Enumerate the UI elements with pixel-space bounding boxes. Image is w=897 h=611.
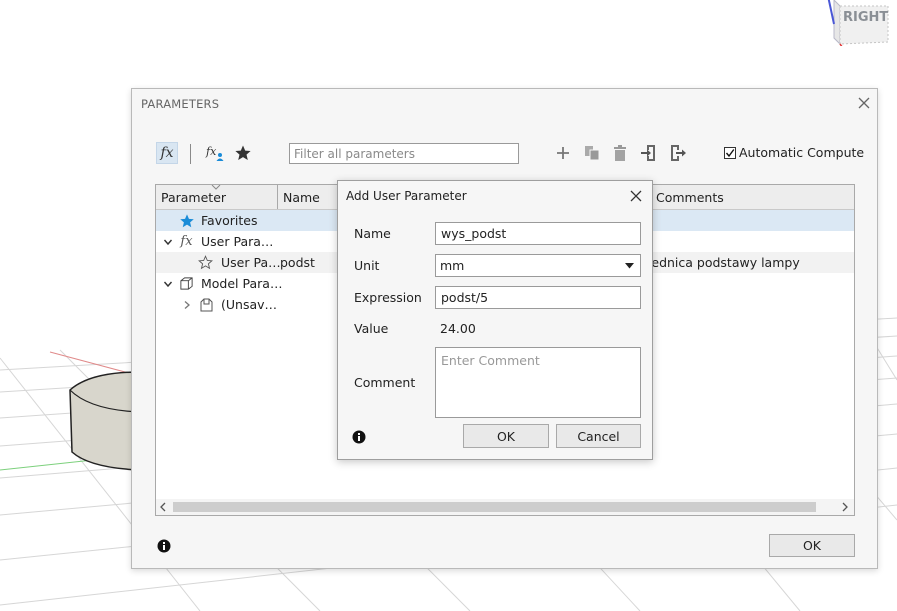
copy-parameter-button[interactable] (581, 142, 603, 164)
value-readout: 24.00 (440, 321, 476, 336)
ok-button[interactable]: OK (769, 534, 855, 557)
svg-text:fx: fx (205, 145, 217, 158)
trash-icon (614, 145, 626, 161)
ok-button[interactable]: OK (463, 424, 549, 448)
close-icon[interactable] (856, 95, 872, 111)
unit-select[interactable]: mm (435, 254, 641, 277)
chevron-right-icon[interactable] (178, 296, 195, 313)
scroll-left-icon[interactable] (158, 501, 168, 513)
name-label: Name (354, 226, 391, 241)
star-icon (235, 145, 251, 160)
info-icon[interactable] (157, 539, 171, 553)
info-icon[interactable] (352, 430, 366, 444)
automatic-compute-label: Automatic Compute (739, 145, 865, 160)
cylinder-body (69, 371, 141, 471)
sort-caret-icon (211, 185, 221, 190)
user-parameters-label: User Para… (201, 234, 274, 249)
fx-icon: fx (160, 145, 174, 161)
toolbar-separator (190, 144, 191, 164)
scrollbar-thumb[interactable] (173, 502, 816, 512)
fx-user-icon: fx (205, 145, 224, 161)
unit-value: mm (440, 258, 465, 273)
column-header-comments[interactable]: Comments (651, 185, 851, 209)
fx-filter-button[interactable]: fx (156, 142, 178, 164)
viewcube-label: RIGHT (843, 10, 889, 25)
fx-icon: fx (180, 234, 193, 249)
favorites-filter-button[interactable] (232, 142, 254, 164)
name-input[interactable] (435, 222, 641, 245)
chevron-down-icon[interactable] (159, 233, 176, 250)
plus-icon (557, 147, 569, 159)
unsaved-label: (Unsav… (221, 297, 278, 312)
value-label: Value (354, 321, 389, 336)
component-box-icon (178, 275, 195, 292)
chevron-down-icon[interactable] (159, 275, 176, 292)
filter-input[interactable] (289, 143, 519, 164)
model-parameters-label: Model Para… (201, 276, 283, 291)
comment-label: Comment (354, 375, 416, 390)
checkbox-box[interactable] (724, 146, 736, 159)
comment-cell[interactable]: średnica podstawy lampy (640, 252, 800, 273)
copy-icon (585, 146, 600, 161)
delete-parameter-button[interactable] (609, 142, 631, 164)
component-icon (198, 296, 215, 313)
star-icon (178, 212, 195, 229)
favorites-label: Favorites (201, 213, 258, 228)
expression-input[interactable] (435, 286, 641, 309)
checkmark-icon (725, 148, 735, 157)
add-parameter-button[interactable] (552, 142, 574, 164)
column-header-parameter[interactable]: Parameter (156, 185, 278, 209)
comment-input[interactable] (435, 347, 641, 418)
star-outline-icon[interactable] (197, 254, 214, 271)
cancel-button[interactable]: Cancel (556, 424, 641, 448)
parameter-cell: User Pa… (221, 255, 281, 270)
unit-label: Unit (354, 258, 380, 273)
export-button[interactable] (667, 142, 689, 164)
dialog-title: PARAMETERS (141, 97, 220, 111)
dropdown-arrow-icon (625, 262, 634, 268)
export-icon (671, 145, 686, 161)
name-cell[interactable]: podst (280, 252, 315, 273)
horizontal-scrollbar[interactable] (156, 499, 854, 515)
close-icon[interactable] (628, 188, 644, 204)
scroll-right-icon[interactable] (840, 501, 850, 513)
column-header-name[interactable]: Name (278, 185, 340, 209)
dialog-title: Add User Parameter (346, 189, 467, 203)
expression-label: Expression (354, 290, 422, 305)
add-user-parameter-dialog: Add User Parameter Name Unit mm Expressi… (337, 180, 653, 460)
import-icon (641, 145, 655, 161)
import-button[interactable] (638, 142, 660, 164)
automatic-compute-checkbox[interactable]: Automatic Compute (724, 145, 864, 160)
user-parameters-filter-button[interactable]: fx (204, 142, 226, 164)
